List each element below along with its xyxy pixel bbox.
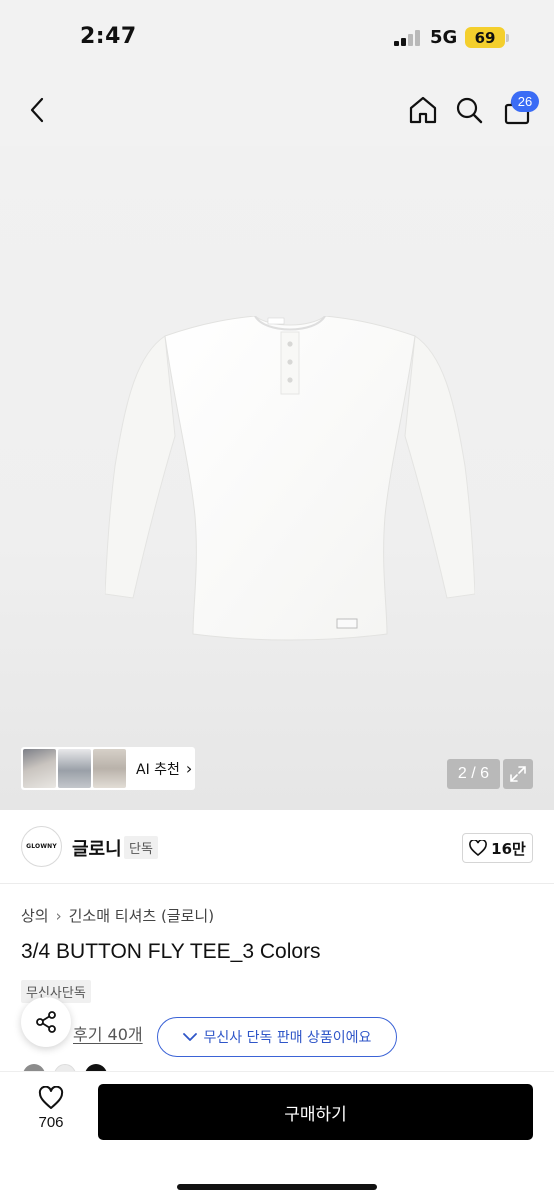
brand-exclusive-tag: 단독 xyxy=(124,836,158,859)
ai-thumbnail xyxy=(23,749,56,788)
brand-row: GLOWNY 글로니 단독 16만 xyxy=(0,810,554,884)
home-icon xyxy=(409,96,437,124)
network-label: 5G xyxy=(430,27,458,48)
exclusive-notice-button[interactable]: 무신사 단독 판매 상품이에요 xyxy=(157,1017,397,1057)
heart-icon xyxy=(469,840,488,856)
breadcrumb-category[interactable]: 상의 xyxy=(21,905,49,926)
battery-indicator: 69 xyxy=(465,27,505,48)
ai-thumbnail xyxy=(93,749,126,788)
breadcrumb: 상의 › 긴소매 티셔츠 (글로니) xyxy=(21,905,214,926)
top-navigation xyxy=(0,76,554,146)
back-button[interactable] xyxy=(22,90,52,130)
search-icon xyxy=(456,97,483,124)
ai-thumbnail xyxy=(58,749,91,788)
ai-recommend-label: AI 추천 xyxy=(136,761,180,778)
review-link[interactable]: 후기 40개 xyxy=(73,1021,143,1045)
chevron-down-icon xyxy=(182,1033,197,1041)
product-image-gallery[interactable]: AI 추천 › 2 / 6 xyxy=(0,146,554,810)
home-indicator xyxy=(177,1184,377,1190)
brand-logo[interactable]: GLOWNY xyxy=(21,826,62,867)
brand-like-count: 16만 xyxy=(491,839,526,858)
signal-bars-icon xyxy=(394,30,422,46)
heart-icon xyxy=(38,1086,64,1109)
exclusive-notice-label: 무신사 단독 판매 상품이에요 xyxy=(203,1030,372,1046)
buy-button[interactable]: 구매하기 xyxy=(98,1084,533,1140)
bottom-action-bar: 706 구매하기 xyxy=(0,1072,554,1200)
brand-name[interactable]: 글로니 xyxy=(72,835,122,861)
ai-recommend-button[interactable]: AI 추천 › xyxy=(21,747,195,790)
breadcrumb-subcategory[interactable]: 긴소매 티셔츠 (글로니) xyxy=(69,905,214,926)
search-button[interactable] xyxy=(450,90,488,130)
chevron-left-icon xyxy=(30,97,44,123)
wishlist-button[interactable]: 706 xyxy=(20,1086,82,1142)
brand-like-button[interactable]: 16만 xyxy=(462,833,533,863)
home-button[interactable] xyxy=(404,90,442,130)
share-icon xyxy=(36,1011,56,1033)
battery-cap xyxy=(506,34,509,42)
status-time: 2:47 xyxy=(80,24,137,49)
share-button[interactable] xyxy=(21,997,71,1047)
expand-icon xyxy=(510,766,526,782)
chevron-right-icon: › xyxy=(55,906,62,925)
product-title: 3/4 BUTTON FLY TEE_3 Colors xyxy=(21,940,321,963)
image-pager: 2 / 6 xyxy=(447,759,500,789)
status-bar: 2:47 5G 69 xyxy=(0,0,554,76)
product-image-shirt xyxy=(105,316,475,641)
cart-count-badge: 26 xyxy=(511,91,539,112)
wishlist-count: 706 xyxy=(38,1114,64,1131)
expand-image-button[interactable] xyxy=(503,759,533,789)
chevron-right-icon: › xyxy=(185,759,193,778)
